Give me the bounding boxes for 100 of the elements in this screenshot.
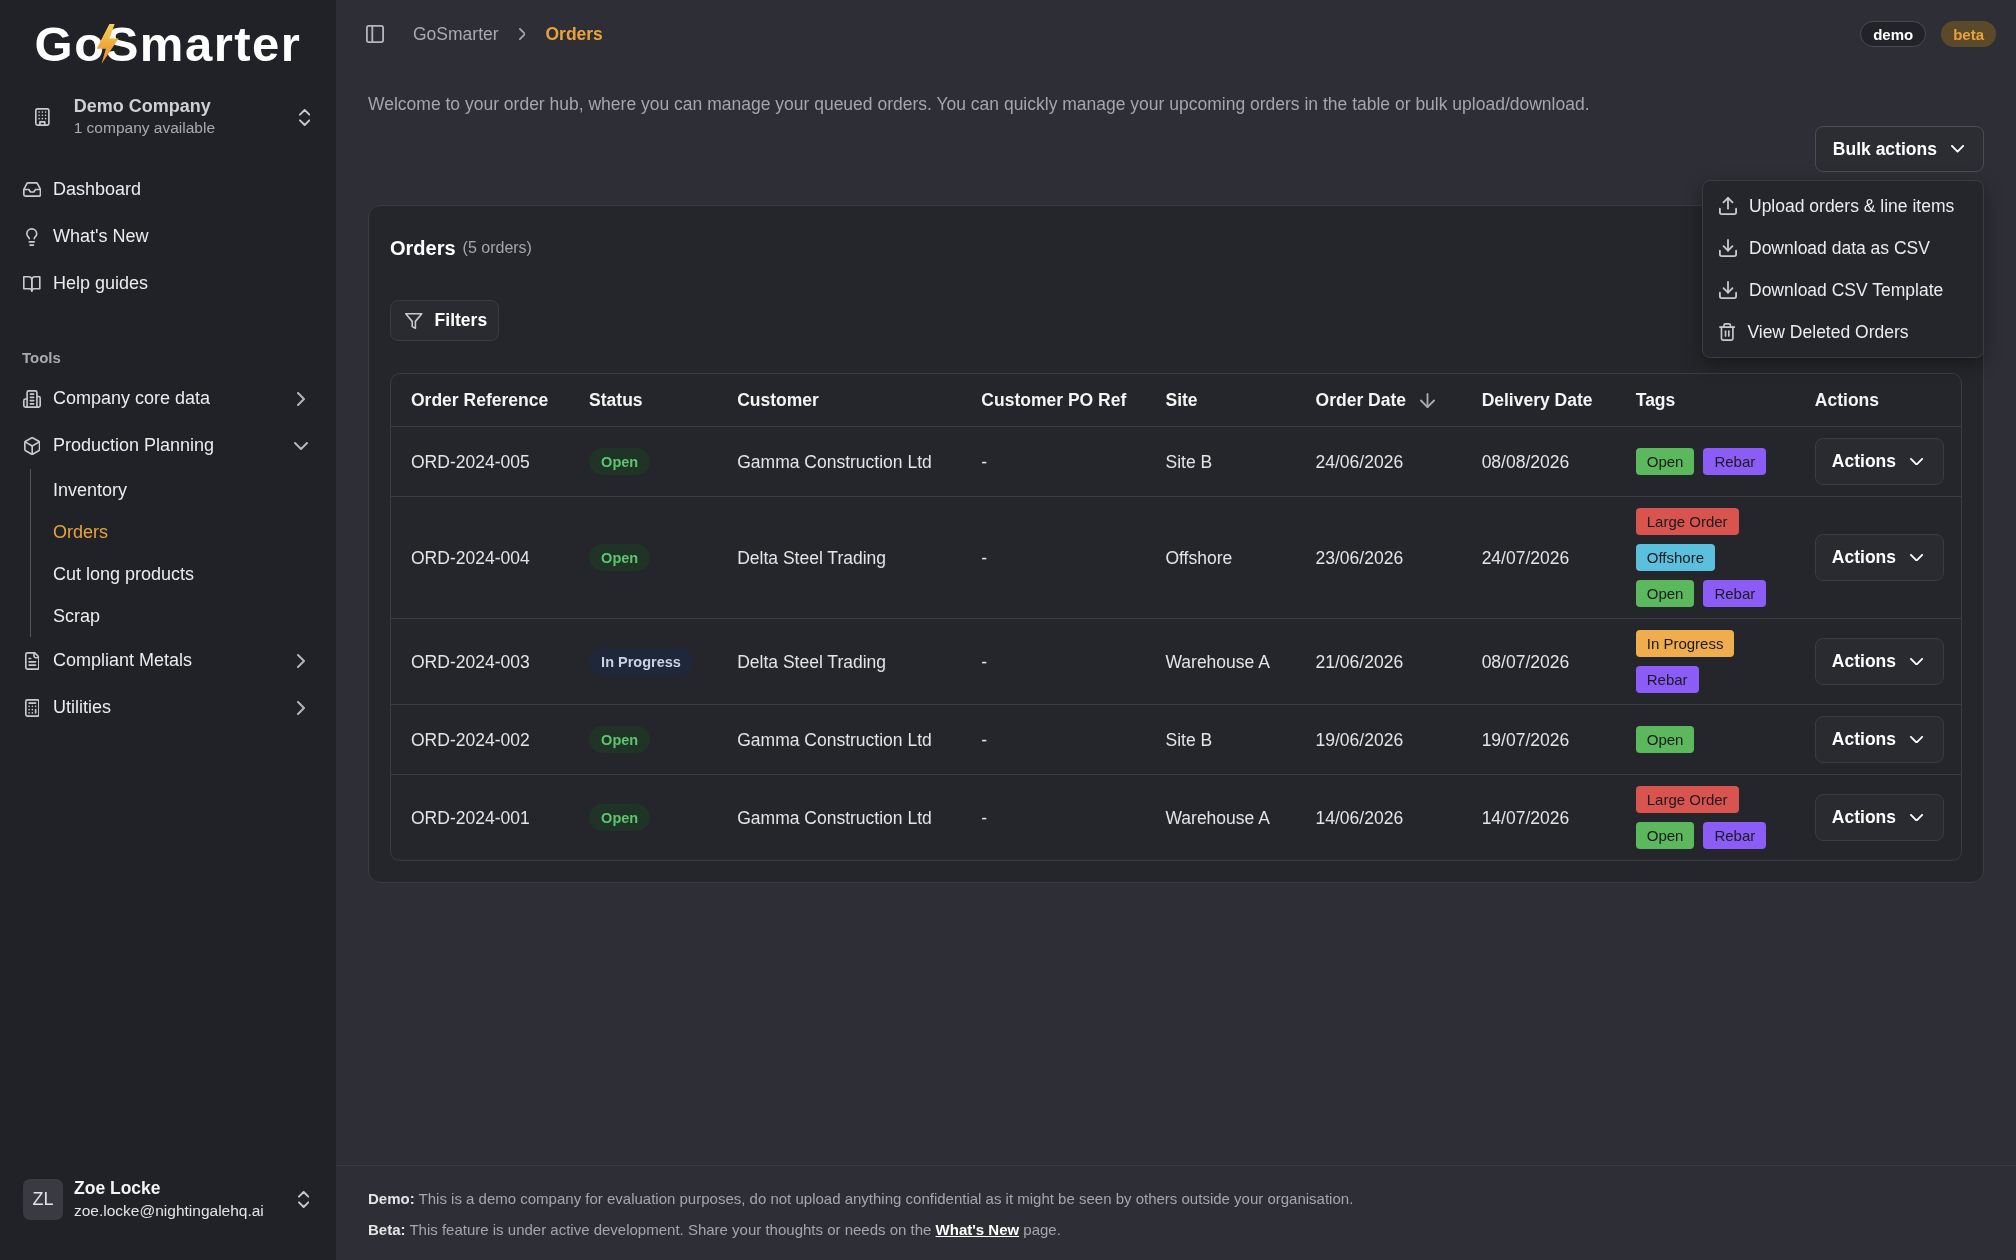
status-pill: Open [589,726,651,753]
tag: In Progress [1635,630,1735,657]
chevron-down-icon [1910,735,1924,744]
menu-item[interactable]: Download data as CSV [1703,227,1983,269]
status-pill: Open [589,448,651,475]
table-cell: - [961,496,1146,619]
nav-item[interactable]: Dashboard [22,166,308,213]
table-cell: 23/06/2026 [1295,496,1462,619]
building-icon [35,108,50,126]
status-pill: Open [589,544,651,571]
tag: Offshore [1635,544,1715,571]
nav-subitem[interactable]: Scrap [31,595,308,637]
user-avatar: ZL [23,1179,63,1220]
user-email: zoe.locke@nightingalehq.ai [74,1201,264,1221]
table-cell: 14/07/2026 [1461,774,1616,860]
status-pill: Open [589,804,651,831]
nav-item[interactable]: Compliant Metals [22,637,308,684]
bulk-actions-button[interactable]: Bulk actions [1814,126,1984,172]
table-cell: Site B [1145,426,1296,497]
table-cell: 19/07/2026 [1461,704,1616,775]
nav-item[interactable]: Company core data [22,375,308,422]
tag: Large Order [1635,508,1739,535]
table-cell: 24/07/2026 [1461,496,1616,619]
column-header: Order Reference [411,389,549,411]
nav-item[interactable]: What's New [22,213,308,260]
breadcrumb-link[interactable]: GoSmarter [413,23,499,45]
chevron-down-icon [1950,145,1964,153]
environment-badge: beta [1941,21,1996,47]
menu-item[interactable]: Upload orders & line items [1703,185,1983,227]
trash-icon [1719,323,1736,341]
table-cell: Gamma Construction Ltd [717,774,962,860]
column-header: Delivery Date [1481,389,1593,411]
table-cell: Delta Steel Trading [717,618,962,705]
tag: Open [1635,580,1695,607]
table-cell: Gamma Construction Ltd [717,426,962,497]
table-cell: Delta Steel Trading [717,496,962,619]
column-header: Customer [737,389,819,411]
actions-button[interactable]: Actions [1814,794,1945,841]
tag: Large Order [1635,786,1739,813]
filter-icon [405,312,423,329]
table-cell: Offshore [1145,496,1296,619]
box-icon [23,436,41,455]
table-cell: ORD-2024-002 [391,704,570,775]
table-cell: - [961,618,1146,705]
breadcrumb-current: Orders [545,23,603,45]
user-name: Zoe Locke [74,1177,161,1200]
actions-button[interactable]: Actions [1814,534,1945,581]
footer-note: Demo: This is a demo company for evaluation purposes, do not upload anything confidential as it might be seen by others outside your organisation. [368,1189,1354,1209]
nav-subitem[interactable]: Orders [31,511,308,553]
column-header: Customer PO Ref [981,389,1127,411]
table-cell: ORD-2024-003 [391,618,570,705]
intro-text: Welcome to your order hub, where you can manage your queued orders. You can quickly manage your upcoming orders in the table or bulk upload/download. [368,93,1591,116]
nav-subitem[interactable]: Cut long products [31,553,308,595]
actions-button[interactable]: Actions [1814,638,1945,685]
chevron-down-icon [1910,457,1924,466]
nav-item[interactable]: Help guides [22,260,308,307]
inbox-icon [22,182,42,197]
menu-item[interactable]: View Deleted Orders [1703,311,1983,353]
column-header: Site [1165,389,1198,411]
chevron-right-icon [518,28,526,40]
actions-button[interactable]: Actions [1814,716,1945,763]
nav-item[interactable]: Utilities [22,684,308,731]
table-cell: 24/06/2026 [1295,426,1462,497]
table-cell: - [961,426,1146,497]
company-name: Demo Company [73,96,211,117]
table-cell: Gamma Construction Ltd [717,704,962,775]
footer-note: Beta: This feature is under active development. Share your thoughts or needs on the What's New page. [368,1220,1061,1240]
footer-link[interactable]: What's New [935,1221,1020,1238]
sort-arrow-down-icon [1420,392,1435,408]
menu-item[interactable]: Download CSV Template [1703,269,1983,311]
column-header: Status [589,389,643,411]
table-cell: ORD-2024-001 [391,774,570,860]
office-building-icon [23,389,41,408]
section-title: Tools [22,348,61,368]
sidebar-toggle-icon[interactable] [366,25,384,43]
actions-button[interactable]: Actions [1814,438,1945,485]
chevron-down-icon [1910,657,1924,666]
chevron-updown-icon[interactable] [298,108,310,126]
chevron-updown-icon[interactable] [297,1191,309,1208]
table-cell: - [961,774,1146,860]
tag: Open [1635,822,1695,849]
table-cell: ORD-2024-005 [391,426,570,497]
chevron-down-icon [1910,553,1924,562]
filters-button[interactable]: Filters [390,300,500,341]
book-icon [23,275,41,292]
table-cell: - [961,704,1146,775]
table-cell: Warehouse A [1145,618,1296,705]
nav-subitem[interactable]: Inventory [31,469,308,511]
table-cell: Warehouse A [1145,774,1296,860]
column-header: Order Date [1315,389,1406,411]
lightbulb-icon [26,227,38,246]
nav-item[interactable]: Production Planning [22,422,308,469]
environment-badge: demo [1860,21,1927,47]
calculator-icon [24,698,40,717]
card-title: Orders [390,236,456,260]
upload-icon [1719,197,1737,215]
tag: Open [1635,726,1695,753]
tag: Rebar [1703,448,1767,475]
table-cell: 19/06/2026 [1295,704,1462,775]
tag: Rebar [1635,666,1699,693]
